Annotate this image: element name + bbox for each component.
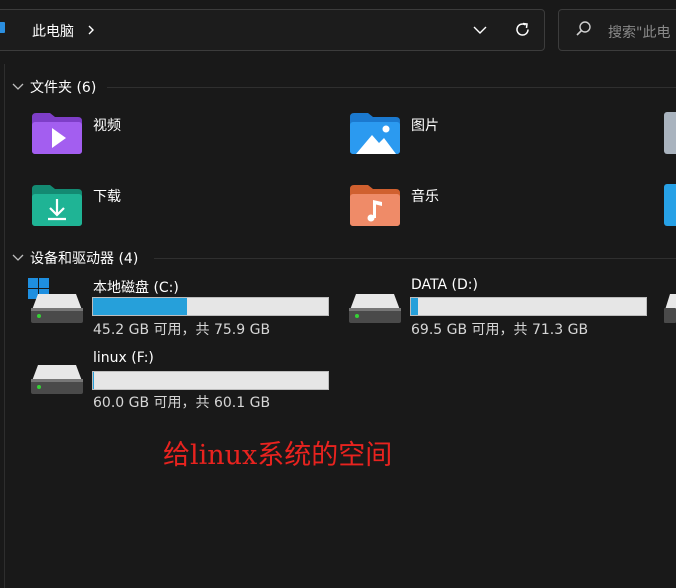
pictures-folder-icon xyxy=(350,113,400,154)
folder-item-pictures[interactable]: 图片 xyxy=(346,108,596,160)
folder-item-music[interactable]: 音乐 xyxy=(346,180,596,232)
folder-item-documents[interactable] xyxy=(664,112,676,154)
hard-drive-icon[interactable] xyxy=(664,292,676,324)
hard-drive-icon xyxy=(349,294,401,323)
drive-usage-fill xyxy=(93,298,187,315)
folder-item-videos[interactable]: 视频 xyxy=(28,108,278,160)
drive-capacity-text: 69.5 GB 可用，共 71.3 GB xyxy=(411,322,589,338)
drive-usage-bar xyxy=(92,371,329,390)
drive-name: DATA (D:) xyxy=(411,277,478,293)
drive-name: linux (F:) xyxy=(93,350,154,366)
drive-item-c[interactable]: 本地磁盘 (C:) 45.2 GB 可用，共 75.9 GB xyxy=(28,276,333,338)
drive-name: 本地磁盘 (C:) xyxy=(93,280,179,296)
drive-item-f[interactable]: linux (F:) 60.0 GB 可用，共 60.1 GB xyxy=(28,349,333,411)
annotation-text: 给linux系统的空间 xyxy=(163,440,393,471)
folder-item-downloads[interactable]: 下载 xyxy=(28,180,278,232)
drive-usage-bar xyxy=(410,297,647,316)
drive-usage-bar xyxy=(92,297,329,316)
section-title-folders[interactable]: 文件夹 (6) xyxy=(30,77,96,97)
folder-name: 音乐 xyxy=(411,189,439,205)
section-divider xyxy=(154,258,676,259)
breadcrumb-this-pc[interactable]: 此电脑 xyxy=(32,21,74,41)
refresh-icon[interactable] xyxy=(513,20,532,39)
folder-name: 图片 xyxy=(411,118,439,134)
drive-item-d[interactable]: DATA (D:) 69.5 GB 可用，共 71.3 GB xyxy=(346,276,651,338)
hard-drive-icon xyxy=(31,294,83,323)
breadcrumb-chevron-right-icon[interactable] xyxy=(86,24,96,36)
folder-name: 下载 xyxy=(93,189,121,205)
chevron-down-icon[interactable] xyxy=(472,24,488,36)
search-icon xyxy=(576,21,591,36)
search-placeholder[interactable]: 搜索"此电 xyxy=(608,22,670,42)
folder-name: 视频 xyxy=(93,118,121,134)
videos-folder-icon xyxy=(32,113,82,154)
music-folder-icon xyxy=(350,185,400,226)
chevron-down-icon[interactable] xyxy=(12,253,24,262)
downloads-folder-icon xyxy=(32,185,82,226)
address-bar[interactable] xyxy=(0,9,545,51)
drive-capacity-text: 60.0 GB 可用，共 60.1 GB xyxy=(93,395,271,411)
section-title-drives[interactable]: 设备和驱动器 (4) xyxy=(30,248,138,268)
section-divider xyxy=(107,87,676,88)
navigation-pane-divider xyxy=(4,64,5,588)
drive-usage-fill xyxy=(411,298,419,315)
this-pc-icon xyxy=(0,22,5,33)
drive-capacity-text: 45.2 GB 可用，共 75.9 GB xyxy=(93,322,271,338)
hard-drive-icon xyxy=(31,365,83,394)
folder-item-desktop[interactable] xyxy=(664,184,676,226)
chevron-down-icon[interactable] xyxy=(12,82,24,91)
